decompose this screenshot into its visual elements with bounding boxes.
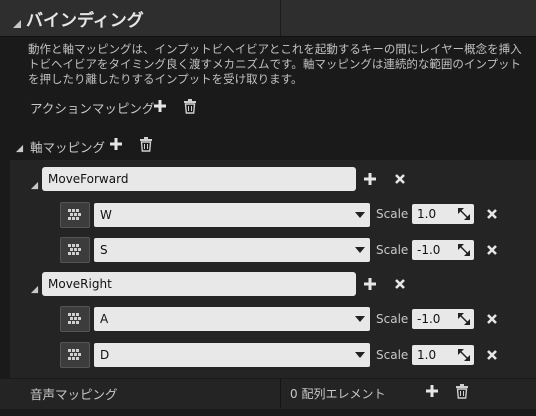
plus-icon xyxy=(426,385,438,397)
close-icon xyxy=(487,209,497,219)
key-value: D xyxy=(100,348,110,362)
close-icon xyxy=(395,279,405,289)
group-expand-arrow-icon[interactable] xyxy=(30,175,39,194)
close-icon xyxy=(487,314,497,324)
scale-value: -1.0 xyxy=(417,243,441,257)
scale-value: -1.0 xyxy=(417,312,441,326)
plus-icon xyxy=(364,173,376,185)
add-axis-key-button[interactable] xyxy=(362,171,378,187)
scale-input[interactable]: 1.0 xyxy=(412,345,474,365)
scale-value: 1.0 xyxy=(417,348,437,362)
collapse-arrow-icon[interactable] xyxy=(12,14,22,33)
key-value: S xyxy=(100,243,108,257)
key-combo[interactable]: S xyxy=(94,238,370,262)
key-selector-button[interactable] xyxy=(60,237,90,263)
scale-input[interactable]: 1.0 xyxy=(412,204,474,224)
scale-label: Scale xyxy=(376,207,409,221)
dropdown-arrow-icon xyxy=(355,352,365,358)
drag-resize-icon[interactable] xyxy=(458,244,470,256)
remove-key-button[interactable] xyxy=(484,311,500,327)
axis-mappings-label: 軸マッピング xyxy=(30,140,106,155)
dropdown-arrow-icon xyxy=(355,247,365,253)
key-value: W xyxy=(100,208,112,222)
trash-icon xyxy=(184,98,196,114)
key-selector-button[interactable] xyxy=(60,306,90,332)
keyboard-icon xyxy=(68,209,81,220)
scale-label: Scale xyxy=(376,243,409,257)
section-title: バインディング xyxy=(26,11,144,31)
axis-mappings-expand-arrow-icon[interactable] xyxy=(15,138,24,157)
description-line-2: トビヘイビアをタイミング良く渡すメカニズムです。軸マッピングは連続的な範囲のイン… xyxy=(28,57,521,71)
clear-axis-mappings-button[interactable] xyxy=(138,136,154,152)
dropdown-arrow-icon xyxy=(355,212,365,218)
group-expand-arrow-icon[interactable] xyxy=(30,279,39,298)
clear-speech-mappings-button[interactable] xyxy=(454,383,470,399)
drag-resize-icon[interactable] xyxy=(458,349,470,361)
speech-row-divider xyxy=(280,378,281,408)
key-combo[interactable]: D xyxy=(94,343,370,367)
remove-key-button[interactable] xyxy=(484,242,500,258)
plus-icon xyxy=(110,138,122,150)
plus-icon xyxy=(364,278,376,290)
drag-resize-icon[interactable] xyxy=(458,313,470,325)
scale-label: Scale xyxy=(376,348,409,362)
keyboard-icon xyxy=(68,244,81,255)
remove-axis-mapping-button[interactable] xyxy=(392,276,408,292)
add-axis-key-button[interactable] xyxy=(362,276,378,292)
speech-mappings-label: 音声マッピング xyxy=(30,387,118,402)
scale-input[interactable]: -1.0 xyxy=(412,240,474,260)
description-line-1: 動作と軸マッピングは、インプットビヘイビアとこれを起動するキーの間にレイヤー概念… xyxy=(28,42,522,56)
key-selector-button[interactable] xyxy=(60,342,90,368)
drag-resize-icon[interactable] xyxy=(458,208,470,220)
speech-mappings-count: 0 配列エレメント xyxy=(290,387,386,401)
key-value: A xyxy=(100,312,109,326)
plus-icon xyxy=(154,100,166,112)
key-selector-button[interactable] xyxy=(60,202,90,228)
description-line-3: を押したり離したりするインプットを受け取ります。 xyxy=(28,72,303,86)
action-mappings-label: アクションマッピング xyxy=(30,101,155,116)
clear-action-mappings-button[interactable] xyxy=(182,98,198,114)
add-axis-mapping-button[interactable] xyxy=(108,136,124,152)
keyboard-icon xyxy=(68,349,81,360)
trash-icon xyxy=(140,136,152,152)
close-icon xyxy=(487,245,497,255)
key-combo[interactable]: A xyxy=(94,307,370,331)
scale-value: 1.0 xyxy=(417,207,437,221)
add-speech-mapping-button[interactable] xyxy=(424,383,440,399)
scale-label: Scale xyxy=(376,312,409,326)
remove-key-button[interactable] xyxy=(484,347,500,363)
scale-input[interactable]: -1.0 xyxy=(412,309,474,329)
dropdown-arrow-icon xyxy=(355,316,365,322)
close-icon xyxy=(487,350,497,360)
trash-icon xyxy=(456,383,468,399)
header-divider xyxy=(280,0,281,36)
close-icon xyxy=(395,174,405,184)
keyboard-icon xyxy=(68,313,81,324)
remove-key-button[interactable] xyxy=(484,206,500,222)
key-combo[interactable]: W xyxy=(94,203,370,227)
axis-name-field[interactable]: MoveRight xyxy=(42,272,356,296)
add-action-mapping-button[interactable] xyxy=(152,98,168,114)
axis-name-field[interactable]: MoveForward xyxy=(42,167,356,191)
remove-axis-mapping-button[interactable] xyxy=(392,171,408,187)
